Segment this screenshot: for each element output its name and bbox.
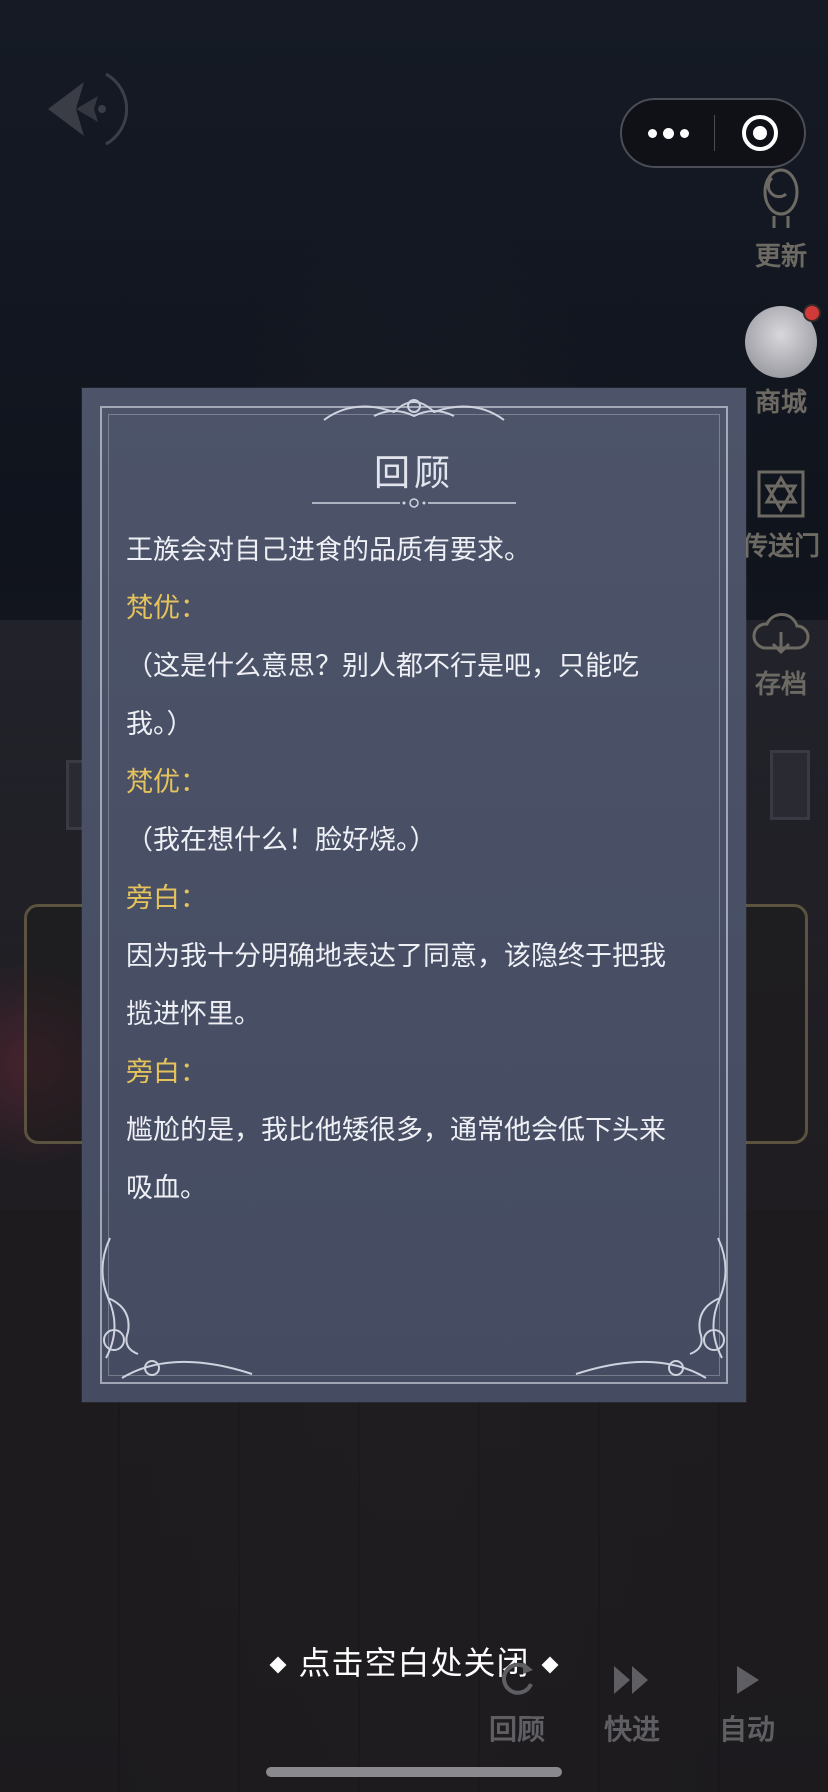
review-speaker: 梵优：	[126, 593, 207, 624]
review-line: 因为我十分明确地表达了同意，该隐终于把我	[126, 941, 666, 972]
side-item-update-label: 更新	[754, 242, 807, 272]
review-line: （我在想什么！脸好烧。）	[126, 825, 437, 856]
rocket-icon	[763, 168, 799, 228]
cloud-save-icon	[752, 613, 810, 655]
avatar-icon	[745, 304, 821, 378]
bottom-button-auto-label: 自动	[718, 1713, 775, 1746]
mini-program-capsule	[620, 98, 806, 168]
rewind-icon	[502, 1662, 533, 1695]
review-line: 王族会对自己进食的品质有要求。	[126, 535, 531, 566]
side-item-portal-label: 传送门	[741, 532, 820, 562]
side-item-save[interactable]: 存档	[738, 608, 824, 701]
back-button[interactable]	[36, 64, 146, 154]
review-line: 我。）	[126, 709, 194, 740]
review-speaker: 梵优：	[126, 767, 207, 798]
bottom-button-review-label: 回顾	[488, 1713, 545, 1746]
bottom-button-fast-forward-label: 快进	[603, 1713, 660, 1746]
back-arrow-icon	[48, 72, 129, 146]
side-item-shop[interactable]: 商城	[738, 304, 824, 419]
home-indicator[interactable]	[266, 1767, 562, 1777]
bottom-left-ornament	[101, 1237, 253, 1379]
diamond-icon	[269, 1656, 287, 1674]
panel-title: 回顾	[373, 453, 454, 494]
side-item-shop-label: 商城	[754, 388, 807, 418]
review-line: 吸血。	[126, 1173, 207, 1204]
more-dots-icon[interactable]	[622, 100, 714, 166]
review-panel: 回顾 王族会对自己进食的品质有要求。 梵优： （这是什么意思？别人都不行是吧，只…	[82, 388, 746, 1402]
review-content: 王族会对自己进食的品质有要求。 梵优： （这是什么意思？别人都不行是吧，只能吃 …	[126, 522, 706, 1218]
bottom-right-ornament	[575, 1237, 727, 1379]
top-ornament	[323, 399, 505, 421]
bottom-button-fast-forward[interactable]: 快进	[587, 1660, 677, 1748]
side-item-save-label: 存档	[754, 670, 807, 700]
fast-forward-icon	[614, 1666, 648, 1694]
bottom-button-auto[interactable]: 自动	[702, 1660, 792, 1748]
game-logo-watermark	[344, 1300, 484, 1356]
side-item-update[interactable]: 更新	[738, 166, 824, 273]
notification-dot	[803, 304, 821, 322]
bottom-button-review[interactable]: 回顾	[472, 1660, 562, 1748]
side-item-portal[interactable]: 传送门	[738, 466, 824, 563]
review-line: 揽进怀里。	[126, 999, 261, 1030]
target-circle-icon[interactable]	[715, 100, 804, 166]
review-line: （这是什么意思？别人都不行是吧，只能吃	[126, 651, 639, 682]
title-divider	[312, 498, 516, 508]
review-speaker: 旁白：	[126, 1057, 207, 1088]
review-line: 尴尬的是，我比他矮很多，通常他会低下头来	[126, 1115, 666, 1146]
review-speaker: 旁白：	[126, 883, 207, 914]
play-icon	[737, 1666, 759, 1694]
hexagram-icon	[757, 470, 805, 518]
